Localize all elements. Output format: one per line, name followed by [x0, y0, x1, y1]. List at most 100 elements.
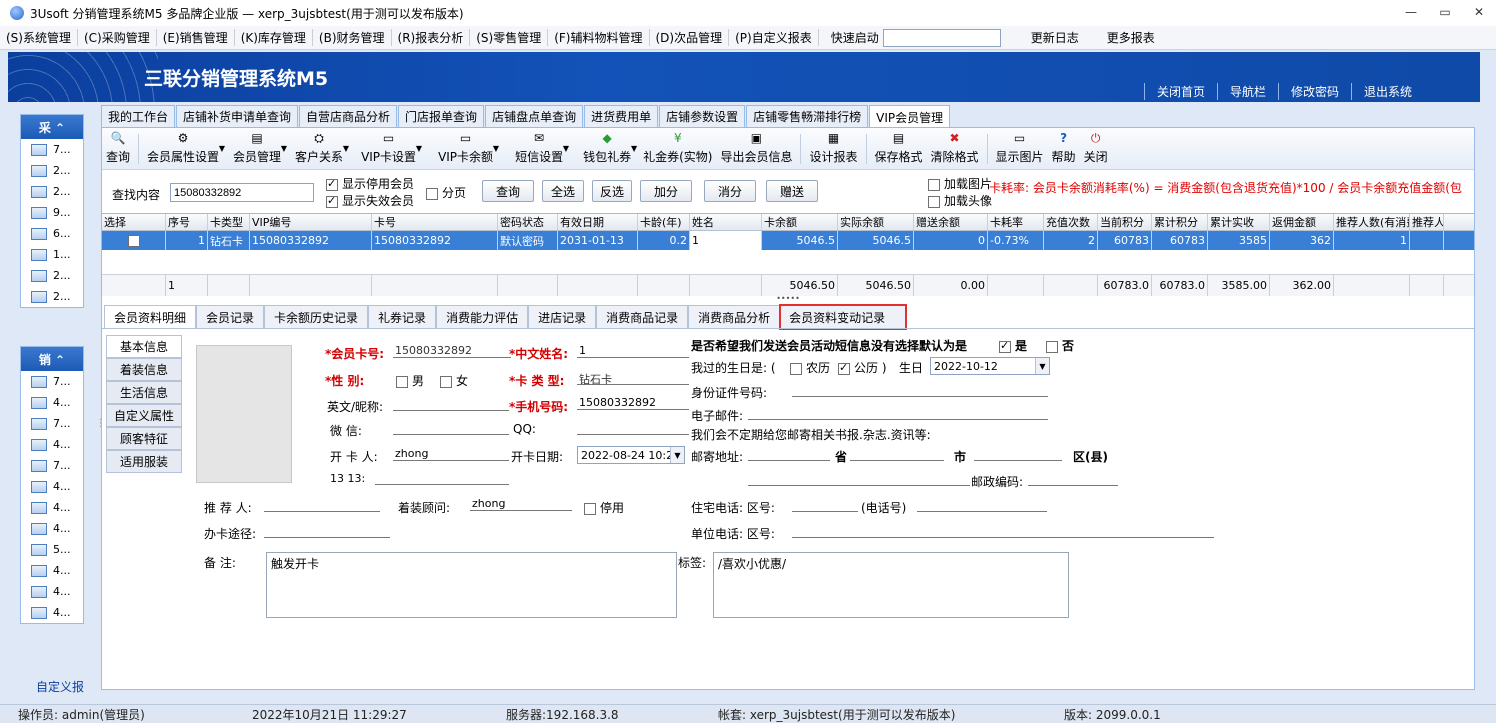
lunar-checkbox[interactable]: 农历 — [790, 359, 830, 376]
menu-materials[interactable]: (F)辅料物料管理 — [548, 29, 650, 46]
nav-item[interactable]: 2... — [21, 286, 83, 307]
cn-name-field[interactable]: 1 — [577, 344, 689, 358]
close-home-link[interactable]: 关闭首页 — [1143, 83, 1217, 100]
vip-card-settings-button[interactable]: ▭ VIP卡设置 ▼ — [357, 128, 422, 169]
tab-store-report[interactable]: 门店报单查询 — [398, 105, 485, 127]
nav-item[interactable]: 9... — [21, 202, 83, 223]
design-report-button[interactable]: ▦ 设计报表 — [805, 128, 861, 169]
column-header[interactable]: 累计积分 — [1152, 214, 1208, 230]
column-header[interactable]: 卡类型 — [208, 214, 250, 230]
province-field[interactable] — [748, 447, 830, 461]
nav-item[interactable]: 7... — [21, 413, 83, 434]
zip-field[interactable] — [1028, 472, 1118, 486]
menu-more-reports[interactable]: 更多报表 — [1093, 29, 1169, 46]
custom-report-link[interactable]: 自定义报 — [36, 678, 84, 695]
menu-custom-report[interactable]: (P)自定义报表 — [729, 29, 819, 46]
work-phone-field[interactable] — [792, 524, 1214, 538]
column-header[interactable]: 卡号 — [372, 214, 498, 230]
column-header[interactable]: 卡余额 — [762, 214, 838, 230]
home-area-field[interactable] — [792, 498, 858, 512]
nav-item[interactable]: 4... — [21, 392, 83, 413]
email-field[interactable] — [748, 406, 1048, 420]
vtab-clothing[interactable]: 适用服装 — [106, 450, 182, 473]
nav-item[interactable]: 4... — [21, 602, 83, 623]
disabled-checkbox[interactable]: 停用 — [584, 499, 624, 516]
load-avatar-checkbox[interactable]: 加载头像 — [928, 192, 992, 209]
column-header[interactable]: 卡耗率 — [988, 214, 1044, 230]
tab-member-detail[interactable]: 会员资料明细 — [104, 305, 197, 329]
tab-stocktake[interactable]: 店铺盘点单查询 — [485, 105, 584, 127]
nav-item[interactable]: 4... — [21, 518, 83, 539]
menu-finance[interactable]: (B)财务管理 — [313, 29, 392, 46]
nav-item[interactable]: 2... — [21, 181, 83, 202]
quick-launch-input[interactable] — [882, 28, 1001, 47]
table-row[interactable]: 1 钻石卡 15080332892 15080332892 默认密码 2031-01-13… — [102, 231, 1474, 250]
nav-item[interactable]: 2... — [21, 265, 83, 286]
recommender-field[interactable] — [264, 498, 380, 512]
show-image-button[interactable]: ▭ 显示图片 — [992, 128, 1048, 169]
tab-vip-management[interactable]: VIP会员管理 — [869, 105, 951, 128]
qq-field[interactable] — [577, 421, 689, 435]
menu-inventory[interactable]: (K)库存管理 — [235, 29, 313, 46]
row-select-checkbox[interactable] — [128, 234, 140, 247]
menu-sales[interactable]: (E)销售管理 — [157, 29, 235, 46]
logout-link[interactable]: 退出系统 — [1350, 83, 1424, 100]
tab-balance-history[interactable]: 卡余额历史记录 — [264, 305, 369, 329]
member-manage-button[interactable]: ▤ 会员管理 ▼ — [229, 128, 287, 169]
vtab-life[interactable]: 生活信息 — [106, 381, 182, 404]
query-button[interactable]: 🔍 查询 — [102, 128, 134, 169]
nav-item[interactable]: 2... — [21, 160, 83, 181]
channel-field[interactable] — [264, 524, 390, 538]
nav-item[interactable]: 5... — [21, 539, 83, 560]
tab-store-params[interactable]: 店铺参数设置 — [659, 105, 746, 127]
column-header[interactable]: 推荐人数(有消费) — [1334, 214, 1410, 230]
nav-group-header[interactable]: 销 ⌃ — [21, 347, 83, 371]
column-header[interactable]: 累计实收 — [1208, 214, 1270, 230]
card-no-field[interactable]: 15080332892 — [393, 344, 511, 358]
add-points-button[interactable]: 加分 — [640, 180, 692, 202]
vtab-dress[interactable]: 着装信息 — [106, 358, 182, 381]
nav-item[interactable]: 7... — [21, 371, 83, 392]
tag-textarea[interactable]: /喜欢小优惠/ — [713, 552, 1069, 618]
tab-replenish[interactable]: 店铺补货申请单查询 — [176, 105, 299, 127]
clear-format-button[interactable]: ✖ 清除格式 — [927, 128, 983, 169]
column-header[interactable]: 有效日期 — [558, 214, 638, 230]
vtab-basic[interactable]: 基本信息 — [106, 335, 182, 358]
wallet-coupon-button[interactable]: ◆ 钱包礼券 ▼ — [579, 128, 637, 169]
open-date-picker[interactable]: 2022-08-24 10:2 ▼ — [577, 446, 685, 464]
load-image-checkbox[interactable]: 加载图片 — [928, 175, 992, 192]
save-format-button[interactable]: ▤ 保存格式 — [871, 128, 927, 169]
home-phone-field[interactable] — [917, 498, 1047, 512]
wechat-field[interactable] — [393, 421, 509, 435]
close-button[interactable]: ⏻ 关闭 — [1080, 128, 1112, 169]
member-photo[interactable] — [196, 345, 292, 483]
female-checkbox[interactable]: 女 — [440, 372, 468, 389]
column-header[interactable]: 返佣金额 — [1270, 214, 1334, 230]
vip-balance-button[interactable]: ▭ VIP卡余额 ▼ — [434, 128, 499, 169]
menu-retail[interactable]: (S)零售管理 — [470, 29, 549, 46]
birthday-picker[interactable]: 2022-10-12 ▼ — [930, 357, 1050, 375]
vtab-custom-attr[interactable]: 自定义属性 — [106, 404, 182, 427]
misc-field[interactable] — [375, 471, 509, 485]
splitter-grip[interactable]: ••••• — [102, 295, 1474, 304]
nav-item[interactable]: 6... — [21, 223, 83, 244]
change-password-link[interactable]: 修改密码 — [1277, 83, 1351, 100]
mobile-field[interactable]: 15080332892 — [577, 396, 689, 410]
help-button[interactable]: ? 帮助 — [1048, 128, 1080, 169]
member-attr-button[interactable]: ⚙ 会员属性设置 ▼ — [143, 128, 225, 169]
sms-no-checkbox[interactable]: 否 — [1046, 337, 1074, 354]
tab-spending-eval[interactable]: 消费能力评估 — [436, 305, 529, 329]
male-checkbox[interactable]: 男 — [396, 372, 424, 389]
city-field[interactable] — [850, 447, 944, 461]
nav-group-header[interactable]: 采 ⌃ — [21, 115, 83, 139]
gift-voucher-button[interactable]: ¥ 礼金券(实物) — [639, 128, 716, 169]
tab-coupon-record[interactable]: 礼券记录 — [368, 305, 437, 329]
close-window-button[interactable]: ✕ — [1462, 0, 1496, 24]
tab-retail-ranking[interactable]: 店铺零售畅滞排行榜 — [746, 105, 869, 127]
column-header[interactable]: 实际余额 — [838, 214, 914, 230]
menu-defects[interactable]: (D)次品管理 — [650, 29, 730, 46]
card-type-field[interactable]: 钻石卡 — [577, 371, 689, 386]
nav-bar-link[interactable]: 导航栏 — [1216, 83, 1278, 100]
stylist-field[interactable]: zhong — [470, 497, 572, 511]
menu-update-log[interactable]: 更新日志 — [1017, 29, 1093, 46]
